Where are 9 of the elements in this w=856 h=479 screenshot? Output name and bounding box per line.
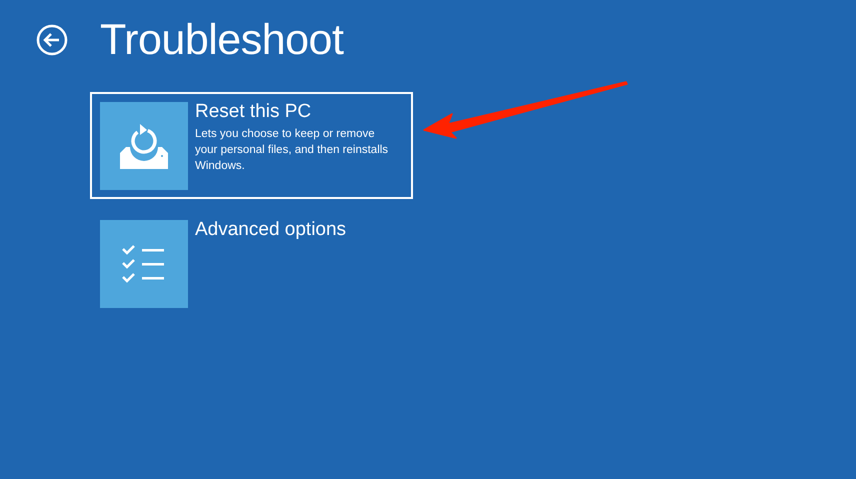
option-description: Lets you choose to keep or remove your personal files, and then reinstalls Windows. — [195, 127, 390, 174]
option-item[interactable]: Advanced options — [90, 210, 413, 317]
back-button[interactable] — [36, 24, 68, 56]
drive-reset-icon — [120, 123, 168, 169]
option-title: Advanced options — [195, 220, 346, 240]
option-title: Reset this PC — [195, 102, 312, 122]
page-title: Troubleshoot — [100, 15, 344, 66]
checklist-icon — [122, 245, 166, 283]
option-item[interactable]: Reset this PC Lets you choose to keep or remove your personal files, and then reinstalls Windows. — [90, 92, 413, 199]
